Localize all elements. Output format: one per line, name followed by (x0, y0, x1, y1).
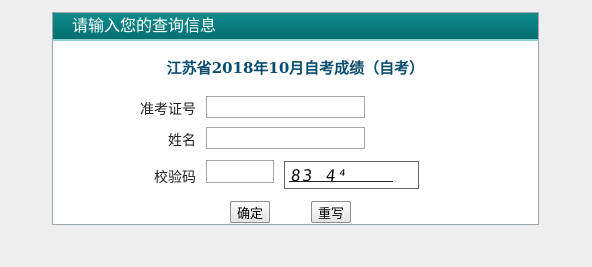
query-panel: 请输入您的查询信息 江苏省2018年10月自考成绩（自考） 准考证号 姓名 校验… (52, 12, 539, 225)
captcha-image[interactable]: 83 4⁴ (284, 161, 419, 189)
captcha-label: 校验码 (154, 170, 196, 186)
captcha-input[interactable] (206, 160, 274, 183)
name-label: 姓名 (168, 133, 196, 149)
submit-button[interactable]: 确定 (230, 201, 271, 223)
reset-button[interactable]: 重写 (311, 201, 352, 223)
name-input[interactable] (206, 127, 365, 149)
panel-header: 请输入您的查询信息 (53, 13, 538, 41)
exam-id-input[interactable] (206, 96, 365, 118)
captcha-noise-line (289, 181, 393, 182)
exam-title: 江苏省2018年10月自考成绩（自考） (166, 59, 425, 77)
captcha-image-text: 83 4⁴ (290, 166, 351, 185)
exam-id-label: 准考证号 (140, 102, 196, 118)
